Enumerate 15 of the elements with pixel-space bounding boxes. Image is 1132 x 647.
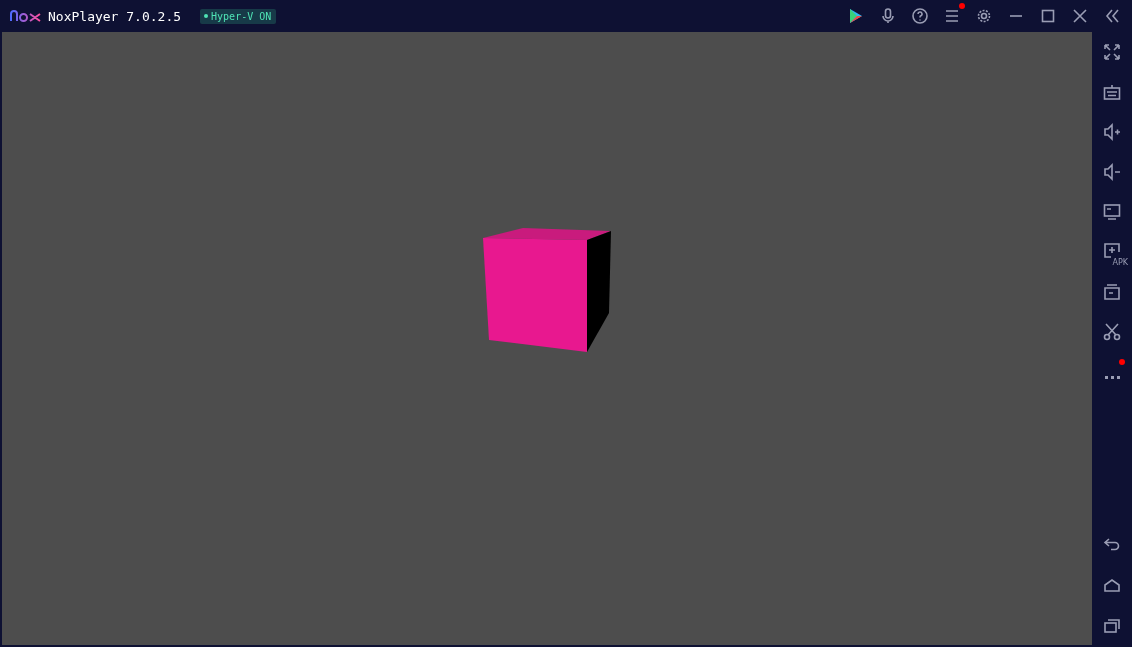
volume-down-icon — [1102, 162, 1122, 182]
keyboard-icon — [1102, 82, 1122, 102]
help-icon — [910, 6, 930, 26]
hyper-v-badge: Hyper-V ON — [200, 8, 277, 24]
stacked-windows-icon — [1102, 282, 1122, 302]
volume-up-icon — [1102, 122, 1122, 142]
apk-label: APK — [1112, 259, 1128, 267]
add-file-button[interactable]: APK — [1092, 232, 1132, 272]
window-title: NoxPlayer 7.0.2.5 — [48, 8, 182, 24]
expand-arrows-icon — [1102, 42, 1122, 62]
more-icon — [1104, 375, 1120, 379]
monitor-icon — [1102, 202, 1122, 222]
scissors-icon — [1102, 322, 1122, 342]
logo-icon — [10, 10, 42, 22]
minimize-icon — [1010, 15, 1022, 17]
